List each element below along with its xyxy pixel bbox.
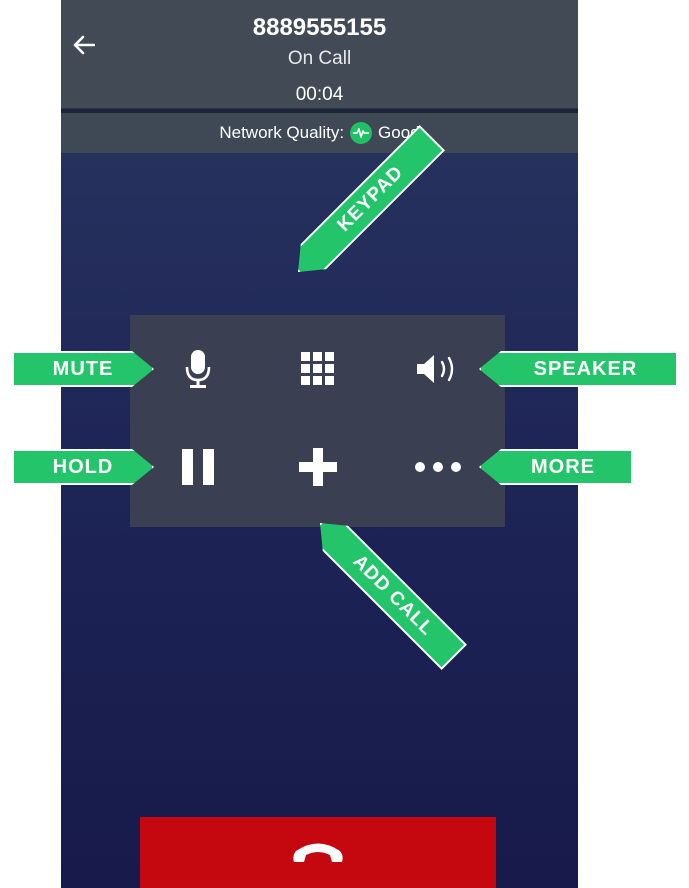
mute-callout-label: MUTE xyxy=(52,357,114,380)
network-quality-bar: Network Quality: Good xyxy=(61,113,578,153)
more-callout: MORE xyxy=(479,449,633,485)
speaker-callout-label: SPEAKER xyxy=(533,357,638,380)
end-call-button[interactable] xyxy=(140,817,496,888)
network-quality-label: Network Quality: xyxy=(219,123,345,142)
hold-button[interactable] xyxy=(163,432,233,502)
hold-callout-label: HOLD xyxy=(52,455,114,478)
more-button[interactable] xyxy=(403,432,473,502)
phone-hangup-icon xyxy=(293,843,343,862)
call-screen: 8889555155 On Call 00:04 Network Quality… xyxy=(61,0,578,888)
mute-button[interactable] xyxy=(163,334,233,404)
signal-pulse-icon xyxy=(350,122,373,144)
pause-icon xyxy=(182,449,214,485)
call-timer: 00:04 xyxy=(295,84,344,105)
speaker-callout: SPEAKER xyxy=(479,351,678,387)
plus-icon xyxy=(299,448,337,486)
call-controls-panel xyxy=(130,315,505,527)
more-dots-icon xyxy=(415,462,461,472)
more-callout-label: MORE xyxy=(531,455,595,478)
hold-callout: HOLD xyxy=(12,449,154,485)
keypad-grid-icon xyxy=(301,352,334,385)
microphone-icon xyxy=(185,350,211,388)
call-header: 8889555155 On Call 00:04 xyxy=(61,0,578,108)
speaker-button[interactable] xyxy=(403,334,473,404)
keypad-button[interactable] xyxy=(283,334,353,404)
add-call-button[interactable] xyxy=(283,432,353,502)
caller-number: 8889555155 xyxy=(252,14,387,41)
call-status: On Call xyxy=(287,48,352,69)
speaker-icon xyxy=(417,355,454,383)
mute-callout: MUTE xyxy=(12,351,154,387)
